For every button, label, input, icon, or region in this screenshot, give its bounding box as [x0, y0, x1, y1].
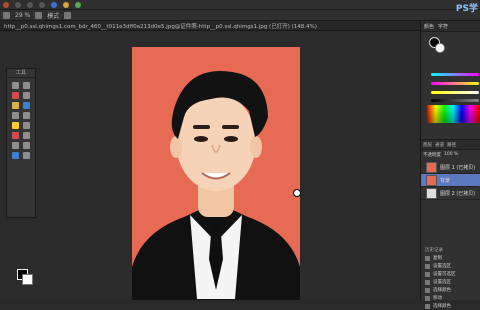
layer-thumbnail	[426, 174, 437, 186]
zoom-level[interactable]: 29 %	[15, 12, 30, 19]
history-item[interactable]: 选择颜色	[421, 286, 480, 294]
share-icon[interactable]	[39, 1, 45, 8]
crop-tool-icon[interactable]	[12, 102, 19, 109]
history-icon	[425, 279, 430, 285]
right-eyebrow	[222, 125, 239, 129]
left-eyebrow	[193, 125, 210, 129]
left-eye	[194, 136, 208, 142]
tools-title: 工具	[7, 69, 35, 78]
layer-thumbnail	[426, 187, 437, 199]
right-eye	[224, 136, 238, 142]
opacity-label: 不透明度	[423, 152, 441, 158]
history-title: 历史记录	[425, 248, 443, 253]
background-color-swatch[interactable]	[22, 274, 33, 285]
menubar	[0, 0, 480, 10]
history-icon	[425, 263, 430, 269]
color-slider-4[interactable]	[431, 99, 479, 102]
brush-tool-icon[interactable]	[12, 92, 19, 99]
layer-item-selected[interactable]: 背景	[421, 174, 480, 187]
tools-panel: 工具	[6, 68, 36, 285]
opacity-row: 不透明度 100 %	[423, 151, 479, 158]
eraser-tool-icon[interactable]	[23, 112, 30, 119]
mouse-cursor	[293, 189, 301, 197]
history-item[interactable]: 设置选区	[421, 278, 480, 286]
history-item[interactable]: 设置选区	[421, 262, 480, 270]
marquee-tool-icon[interactable]	[23, 82, 30, 89]
text-tool-icon[interactable]	[23, 122, 30, 129]
layer-name: 图层 2 (已拷贝)	[440, 190, 476, 197]
color-slider-1[interactable]	[431, 73, 479, 76]
layer-item[interactable]: 图层 1 (已拷贝)	[421, 161, 480, 174]
opacity-value[interactable]: 100 %	[444, 152, 458, 157]
document-tab[interactable]: http__p0.ssl.qhimgs1.com_bdr_460__t011e3…	[0, 21, 420, 31]
hand-tool-icon[interactable]	[23, 142, 30, 149]
history-icon	[425, 255, 430, 261]
move-tool-icon[interactable]	[12, 82, 19, 89]
left-ear	[170, 136, 182, 158]
portrait-illustration	[132, 71, 300, 300]
pen-tool-icon[interactable]	[23, 132, 30, 139]
layer-name: 背景	[440, 177, 451, 184]
color-slider-3[interactable]	[431, 91, 479, 94]
options-toolbar: 29 % 模式	[0, 10, 480, 21]
healing-tool-icon[interactable]	[12, 132, 19, 139]
layer-panel-tabs: 图层 通道 路径	[421, 139, 480, 150]
history-item[interactable]: 复制	[421, 254, 480, 262]
history-panel: 历史记录 复制 设置选区 设置可选区 设置选区 选择颜色 移动 选择颜色	[421, 246, 480, 310]
history-icon	[425, 303, 430, 309]
history-item[interactable]: 移动	[421, 294, 480, 302]
lasso-tool-icon[interactable]	[23, 92, 30, 99]
gradient-tool-icon[interactable]	[23, 152, 30, 159]
document-title: http__p0.ssl.qhimgs1.com_bdr_460__t011e3…	[4, 23, 317, 30]
history-item[interactable]: 选择颜色	[421, 302, 480, 310]
marquee-icon[interactable]	[35, 11, 43, 19]
dropdown-icon[interactable]	[64, 11, 72, 19]
tab-color[interactable]: 颜色	[424, 23, 434, 30]
color-slider-2[interactable]	[431, 82, 479, 85]
color-icon[interactable]	[75, 1, 81, 8]
paint-bucket-tool-icon[interactable]	[12, 122, 19, 129]
layer-thumbnail	[426, 161, 437, 173]
mode-icon[interactable]	[51, 1, 57, 8]
color-spectrum[interactable]	[427, 105, 479, 123]
eyedropper-tool-icon[interactable]	[23, 102, 30, 109]
portrait-photo	[132, 47, 300, 300]
menu-icon[interactable]	[15, 1, 21, 8]
layers-list: 图层 1 (已拷贝) 背景 图层 2 (已拷贝)	[421, 161, 480, 200]
history-icon	[425, 287, 430, 293]
gear-icon[interactable]	[27, 1, 33, 8]
tab-channels[interactable]: 通道	[435, 142, 444, 148]
history-item[interactable]: 设置可选区	[421, 270, 480, 278]
mode-label[interactable]: 模式	[47, 11, 59, 20]
history-icon	[425, 271, 430, 277]
color-picker-bg[interactable]	[435, 43, 445, 53]
layer-name: 图层 1 (已拷贝)	[440, 164, 476, 171]
tab-layers[interactable]: 图层	[423, 142, 432, 148]
color-panel-tabs: 颜色 字符	[421, 21, 480, 32]
tab-character[interactable]: 字符	[438, 23, 448, 30]
fill-icon[interactable]	[63, 1, 69, 8]
right-panel: 颜色 字符 图层 通道 路径 不透明度 100 % 图层 1 (已拷贝) 背景 …	[420, 21, 480, 309]
clone-tool-icon[interactable]	[12, 112, 19, 119]
brush-icon[interactable]	[3, 11, 10, 19]
zoom-tool-icon[interactable]	[12, 152, 19, 159]
tab-paths[interactable]: 路径	[447, 142, 456, 148]
app-logo-icon	[3, 1, 9, 8]
watermark-logo: PS学	[455, 4, 478, 14]
layer-item[interactable]: 图层 2 (已拷贝)	[421, 187, 480, 200]
right-ear	[250, 136, 262, 158]
shape-tool-icon[interactable]	[12, 142, 19, 149]
